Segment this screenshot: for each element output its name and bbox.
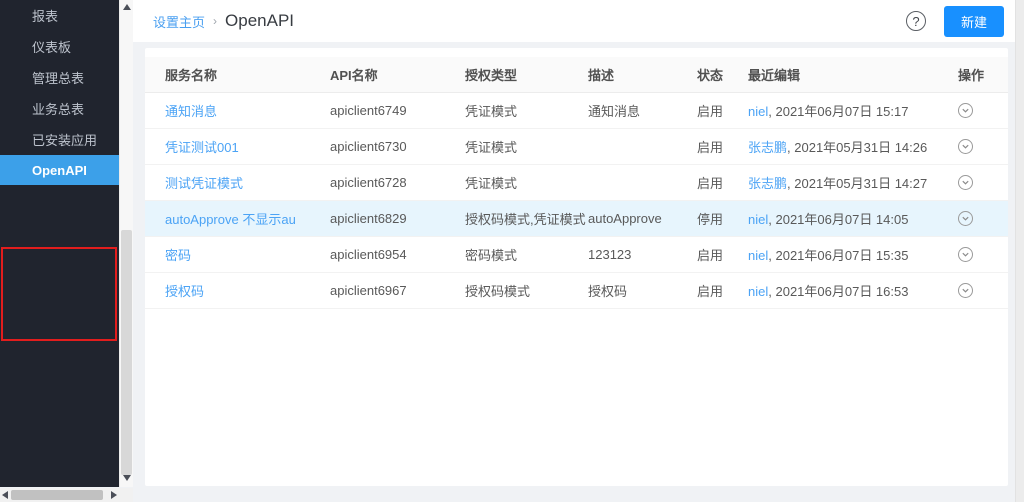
column-header: 操作 (958, 65, 1008, 84)
column-header: 描述 (588, 65, 697, 84)
edit-date: 2021年05月31日 14:26 (794, 140, 927, 155)
table-row: 通知消息apiclient6749凭证模式通知消息启用niel, 2021年06… (145, 93, 1008, 129)
sidebar-item-仪表板[interactable]: 仪表板 (0, 31, 119, 62)
sidebar-item-已安装应用[interactable]: 已安装应用 (0, 124, 119, 155)
editor-link[interactable]: niel (748, 284, 768, 299)
editor-link[interactable]: niel (748, 248, 768, 263)
service-name-link[interactable]: 授权码 (165, 284, 204, 299)
sidebar-item-管理总表[interactable]: 管理总表 (0, 62, 119, 93)
status-text: 启用 (697, 284, 723, 299)
sidebar-item-label: 报表 (32, 6, 58, 25)
sidebar: 邮件通知插件管理流程分析报表仪表板管理总表业务总表扩展中心已安装应用OpenAP… (0, 0, 119, 487)
scroll-right-arrow-icon[interactable] (111, 491, 117, 499)
auth-type: 授权码模式,凭证模式 (465, 212, 586, 227)
column-header: 服务名称 (165, 65, 330, 84)
edit-date: 2021年06月07日 16:53 (775, 284, 908, 299)
scrollbar-corner (119, 488, 133, 502)
sidebar-horizontal-scrollbar[interactable] (0, 488, 119, 502)
main-content: 设置主页 › OpenAPI ? 新建 服务名称API名称授权类型描述状态最近编… (133, 0, 1024, 502)
column-header: API名称 (330, 65, 465, 84)
row-actions-dropdown-icon[interactable] (958, 211, 973, 226)
auth-type: 凭证模式 (465, 104, 517, 119)
service-name-link[interactable]: 凭证测试001 (165, 140, 239, 155)
api-name: apiclient6829 (330, 211, 407, 226)
table-row: 授权码apiclient6967授权码模式授权码启用niel, 2021年06月… (145, 273, 1008, 309)
page-vertical-scrollbar[interactable] (1015, 0, 1024, 502)
sidebar-item-label: 已安装应用 (32, 130, 97, 149)
row-actions-dropdown-icon[interactable] (958, 175, 973, 190)
editor-link[interactable]: niel (748, 212, 768, 227)
edit-date: 2021年06月07日 15:35 (775, 248, 908, 263)
auth-type: 凭证模式 (465, 176, 517, 191)
service-name-link[interactable]: 密码 (165, 248, 191, 263)
table-header-row: 服务名称API名称授权类型描述状态最近编辑操作 (145, 57, 1008, 93)
edit-date: 2021年06月07日 15:17 (775, 104, 908, 119)
service-name-link[interactable]: 测试凭证模式 (165, 176, 243, 191)
editor-link[interactable]: 张志鹏 (748, 176, 787, 191)
breadcrumb-separator: › (213, 14, 217, 28)
vertical-scrollbar-thumb[interactable] (121, 230, 132, 475)
sidebar-item-label: 业务总表 (32, 99, 84, 118)
edit-date: 2021年06月07日 14:05 (775, 212, 908, 227)
sidebar-item-业务总表[interactable]: 业务总表 (0, 93, 119, 124)
breadcrumb: 设置主页 › OpenAPI (153, 11, 294, 31)
sidebar-vertical-scrollbar[interactable] (119, 0, 133, 487)
service-name-link[interactable]: 通知消息 (165, 104, 217, 119)
api-table-card: 服务名称API名称授权类型描述状态最近编辑操作 通知消息 apiclient674… (145, 48, 1008, 486)
table-row: 凭证测试001apiclient6730凭证模式启用张志鹏, 2021年05月3… (145, 129, 1008, 165)
sidebar-item-label: 仪表板 (32, 37, 71, 56)
editor-link[interactable]: niel (748, 104, 768, 119)
auth-type: 密码模式 (465, 248, 517, 263)
row-actions-dropdown-icon[interactable] (958, 139, 973, 154)
help-icon[interactable]: ? (906, 11, 926, 31)
api-name: apiclient6728 (330, 175, 407, 190)
description: 授权码 (588, 284, 627, 299)
row-actions-dropdown-icon[interactable] (958, 247, 973, 262)
editor-link[interactable]: 张志鹏 (748, 140, 787, 155)
api-name: apiclient6954 (330, 247, 407, 262)
scroll-down-arrow-icon[interactable] (123, 475, 131, 481)
column-header: 授权类型 (465, 65, 588, 84)
auth-type: 授权码模式 (465, 284, 530, 299)
scroll-left-arrow-icon[interactable] (2, 491, 8, 499)
table-row: autoApprove 不显示au apiclient6829 授权码模式,凭证模式… (145, 201, 1008, 237)
scroll-up-arrow-icon[interactable] (123, 4, 131, 10)
row-actions-dropdown-icon[interactable] (958, 283, 973, 298)
status-text: 启用 (697, 176, 723, 191)
sidebar-menu: 邮件通知插件管理流程分析报表仪表板管理总表业务总表扩展中心已安装应用OpenAP… (0, 0, 119, 185)
column-header: 状态 (697, 65, 748, 84)
sidebar-item-报表[interactable]: 报表 (0, 0, 119, 31)
description: 通知消息 (588, 104, 640, 119)
auth-type: 凭证模式 (465, 140, 517, 155)
status-text: 启用 (697, 104, 723, 119)
sidebar-item-label: 管理总表 (32, 68, 84, 87)
table-row: 密码apiclient6954密码模式123123启用niel, 2021年06… (145, 237, 1008, 273)
create-new-button[interactable]: 新建 (944, 6, 1004, 37)
topbar: 设置主页 › OpenAPI ? 新建 (133, 0, 1024, 42)
breadcrumb-home-link[interactable]: 设置主页 (153, 12, 205, 31)
sidebar-item-label: OpenAPI (32, 163, 87, 178)
sidebar-item-OpenAPI[interactable]: OpenAPI (0, 155, 119, 185)
row-actions-dropdown-icon[interactable] (958, 103, 973, 118)
service-name-link[interactable]: autoApprove 不显示au (165, 212, 296, 227)
page-title: OpenAPI (225, 11, 294, 31)
column-header: 最近编辑 (748, 65, 958, 84)
table-row: 测试凭证模式apiclient6728凭证模式启用张志鹏, 2021年05月31… (145, 165, 1008, 201)
status-text: 启用 (697, 140, 723, 155)
api-name: apiclient6730 (330, 139, 407, 154)
api-name: apiclient6967 (330, 283, 407, 298)
description: 123123 (588, 247, 631, 262)
table-body: 通知消息apiclient6749凭证模式通知消息启用niel, 2021年06… (145, 93, 1008, 309)
edit-date: 2021年05月31日 14:27 (794, 176, 927, 191)
description: autoApprove (588, 211, 662, 226)
status-text: 启用 (697, 248, 723, 263)
status-text: 停用 (697, 212, 723, 227)
horizontal-scrollbar-thumb[interactable] (11, 490, 103, 500)
api-name: apiclient6749 (330, 103, 407, 118)
